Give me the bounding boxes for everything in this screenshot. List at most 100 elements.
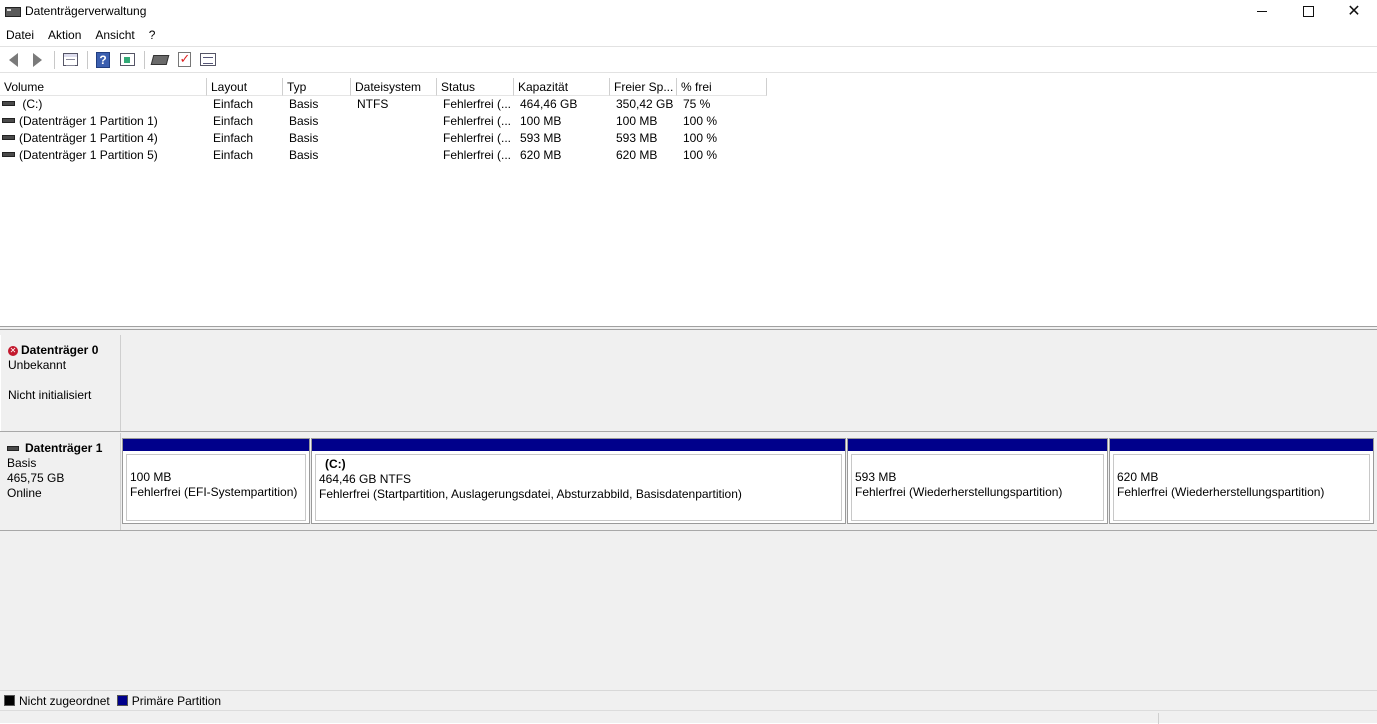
rescan-disks-icon bbox=[150, 54, 170, 65]
capacity-cell: 464,46 GB bbox=[520, 97, 578, 111]
volume-cell: (Datenträger 1 Partition 4) bbox=[0, 130, 207, 147]
primary-partition-bar bbox=[312, 439, 845, 451]
partition-content: 593 MB Fehlerfrei (Wiederherstellungspar… bbox=[851, 454, 1104, 521]
legend-item-unallocated: Nicht zugeordnet bbox=[4, 694, 110, 708]
column-header-typ[interactable]: Typ bbox=[283, 78, 351, 96]
disk-row-divider bbox=[0, 530, 1377, 531]
properties-button[interactable] bbox=[197, 50, 219, 70]
partition-content: 100 MB Fehlerfrei (EFI-Systempartition) bbox=[126, 454, 306, 521]
table-row[interactable]: (C:) Einfach Basis NTFS Fehlerfrei (... … bbox=[0, 96, 1377, 113]
menu-help[interactable]: ? bbox=[149, 28, 163, 42]
column-header-layout[interactable]: Layout bbox=[207, 78, 283, 96]
volume-icon bbox=[2, 101, 15, 107]
disk-error-icon: ✕ bbox=[8, 345, 18, 356]
check-icon bbox=[177, 51, 191, 67]
volume-icon bbox=[2, 152, 15, 158]
window-title: Datenträgerverwaltung bbox=[25, 4, 147, 18]
back-arrow-icon[interactable] bbox=[2, 50, 24, 70]
percent-free-cell: 100 % bbox=[683, 114, 718, 128]
status-cell: Fehlerfrei (... bbox=[443, 131, 512, 145]
rescan-button[interactable] bbox=[149, 50, 171, 70]
disk-1-name-row: Datenträger 1 bbox=[7, 441, 120, 456]
primary-partition-bar bbox=[848, 439, 1107, 451]
column-header-freier-speicher[interactable]: Freier Sp... bbox=[610, 78, 677, 96]
menu-datei[interactable]: Datei bbox=[6, 28, 41, 42]
partition-content: 620 MB Fehlerfrei (Wiederherstellungspar… bbox=[1113, 454, 1370, 521]
disk-row-divider bbox=[0, 431, 1377, 432]
toolbar-separator bbox=[144, 50, 145, 69]
legend-label: Nicht zugeordnet bbox=[19, 693, 110, 708]
disk-0-type: Unbekannt bbox=[8, 358, 67, 372]
console-tree-button[interactable] bbox=[59, 50, 81, 70]
column-header-volume[interactable]: Volume bbox=[0, 78, 207, 96]
menu-aktion[interactable]: Aktion bbox=[48, 28, 88, 42]
partition-c[interactable]: (C:) 464,46 GB NTFS Fehlerfrei (Startpar… bbox=[311, 438, 846, 524]
disk-1-name: Datenträger 1 bbox=[25, 441, 103, 455]
check-button[interactable] bbox=[173, 50, 195, 70]
type-cell: Basis bbox=[289, 114, 319, 128]
menu-ansicht[interactable]: Ansicht bbox=[95, 28, 141, 42]
disk-0-name-row: ✕ Datenträger 0 bbox=[8, 343, 120, 358]
maximize-button[interactable] bbox=[1285, 0, 1331, 22]
primary-partition-bar bbox=[123, 439, 309, 451]
partition-efi[interactable]: 100 MB Fehlerfrei (EFI-Systempartition) bbox=[122, 438, 310, 524]
menu-bar: Datei Aktion Ansicht ? bbox=[0, 25, 1377, 45]
toolbar-separator bbox=[54, 50, 55, 69]
percent-free-cell: 100 % bbox=[683, 131, 718, 145]
partition-size: 620 MB bbox=[1117, 470, 1159, 484]
capacity-cell: 100 MB bbox=[520, 114, 562, 128]
volume-list: Volume Layout Typ Dateisystem Status Kap… bbox=[0, 78, 1377, 326]
forward-arrow-icon[interactable] bbox=[26, 50, 48, 70]
table-row[interactable]: (Datenträger 1 Partition 5) Einfach Basi… bbox=[0, 147, 1377, 164]
type-cell: Basis bbox=[289, 148, 319, 162]
disk-1-status: Online bbox=[7, 486, 42, 500]
filesystem-cell bbox=[351, 113, 437, 130]
layout-cell: Einfach bbox=[213, 131, 254, 145]
partition-status: Fehlerfrei (Wiederherstellungspartition) bbox=[1117, 485, 1325, 499]
table-row[interactable]: (Datenträger 1 Partition 4) Einfach Basi… bbox=[0, 130, 1377, 147]
partition-size: 100 MB bbox=[130, 470, 172, 484]
column-header-status[interactable]: Status bbox=[437, 78, 514, 96]
column-header-kapazitaet[interactable]: Kapazität bbox=[514, 78, 610, 96]
legend-label: Primäre Partition bbox=[131, 693, 222, 708]
status-separator bbox=[1158, 713, 1159, 724]
partition-recovery-1[interactable]: 593 MB Fehlerfrei (Wiederherstellungspar… bbox=[847, 438, 1108, 524]
column-header-dateisystem[interactable]: Dateisystem bbox=[351, 78, 437, 96]
minimize-button[interactable] bbox=[1239, 0, 1285, 22]
volume-cell: (Datenträger 1 Partition 1) bbox=[0, 113, 207, 130]
filesystem-cell bbox=[351, 130, 437, 147]
percent-free-cell: 75 % bbox=[683, 97, 711, 111]
column-header-prozent-frei[interactable]: % frei bbox=[677, 78, 767, 96]
partition-size: 593 MB bbox=[855, 470, 897, 484]
disk-0-label[interactable]: ✕ Datenträger 0 Unbekannt Nicht initiali… bbox=[0, 335, 121, 431]
percent-free-cell: 100 % bbox=[683, 148, 718, 162]
partition-recovery-2[interactable]: 620 MB Fehlerfrei (Wiederherstellungspar… bbox=[1109, 438, 1374, 524]
table-row[interactable]: (Datenträger 1 Partition 1) Einfach Basi… bbox=[0, 113, 1377, 130]
volume-name: (C:) bbox=[22, 97, 43, 111]
status-cell: Fehlerfrei (... bbox=[443, 97, 512, 111]
type-cell: Basis bbox=[289, 131, 319, 145]
volume-icon bbox=[2, 118, 15, 124]
status-bar bbox=[0, 710, 1377, 724]
close-button[interactable]: ✕ bbox=[1331, 0, 1377, 22]
disk-0-name: Datenträger 0 bbox=[21, 343, 99, 357]
help-icon: ? bbox=[96, 51, 110, 68]
partition-name: (C:) bbox=[325, 457, 346, 471]
disk-management-icon bbox=[5, 5, 21, 17]
volume-list-header: Volume Layout Typ Dateisystem Status Kap… bbox=[0, 78, 1377, 96]
volume-name: (Datenträger 1 Partition 1) bbox=[19, 114, 158, 128]
partition-content: (C:) 464,46 GB NTFS Fehlerfrei (Startpar… bbox=[315, 454, 842, 521]
help-button[interactable]: ? bbox=[92, 50, 114, 70]
capacity-cell: 593 MB bbox=[520, 131, 562, 145]
layout-cell: Einfach bbox=[213, 148, 254, 162]
disk-1-label[interactable]: Datenträger 1 Basis 465,75 GB Online bbox=[0, 433, 121, 531]
action-pane-button[interactable] bbox=[116, 50, 138, 70]
toolbar: ? bbox=[0, 46, 1377, 73]
legend: Nicht zugeordnet Primäre Partition bbox=[0, 690, 1377, 710]
primary-partition-bar bbox=[1110, 439, 1373, 451]
status-cell: Fehlerfrei (... bbox=[443, 148, 512, 162]
free-space-cell: 593 MB bbox=[616, 131, 658, 145]
filesystem-cell bbox=[351, 147, 437, 164]
free-space-cell: 100 MB bbox=[616, 114, 658, 128]
window-controls: ✕ bbox=[1239, 0, 1377, 22]
